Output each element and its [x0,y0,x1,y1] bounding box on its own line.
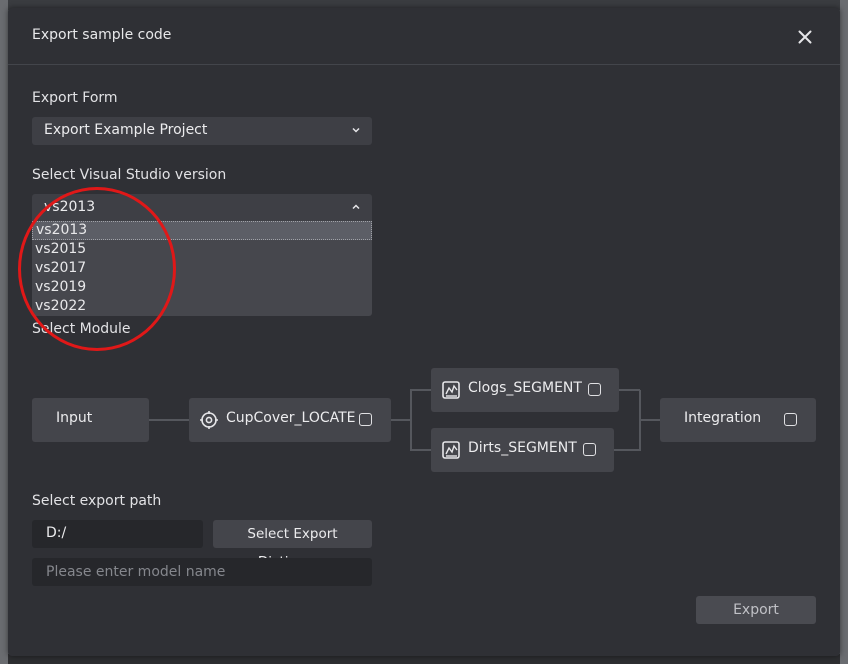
module-node-label: Input [56,410,93,426]
dropdown-option[interactable]: vs2022 [32,297,372,316]
vs-version-label: Select Visual Studio version [32,167,227,183]
dialog-title: Export sample code [32,27,172,43]
flow-connector [410,449,431,451]
flow-connector [410,389,431,391]
segment-icon [442,381,460,399]
dialog-header: Export sample code [8,8,840,65]
select-export-directory-button[interactable]: Select Export Dictionary [213,520,372,570]
vs-version-value: vs2013 [44,199,96,215]
export-form-label: Export Form [32,90,118,106]
module-node-input[interactable]: Input [32,398,149,442]
module-checkbox[interactable] [588,383,601,396]
chevron-down-icon [352,127,360,133]
background-panel [840,0,848,664]
module-node-label: Clogs_SEGMENT [468,380,582,396]
background-panel [0,0,8,664]
module-node-label: Dirts_SEGMENT [468,440,577,456]
export-path-input[interactable]: D:/ [32,520,203,548]
export-form-value: Export Example Project [44,122,208,138]
export-form-select[interactable]: Export Example Project [32,117,372,145]
close-icon [798,30,812,44]
dropdown-option[interactable]: vs2017 [32,259,372,278]
vs-version-dropdown: vs2013 vs2015 vs2017 vs2019 vs2022 [32,221,372,316]
module-node-dirts-segment[interactable]: Dirts_SEGMENT [431,428,614,472]
module-checkbox[interactable] [583,443,596,456]
dropdown-option[interactable]: vs2015 [32,240,372,259]
locate-target-icon [200,411,218,429]
module-node-integration[interactable]: Integration [660,398,816,442]
module-checkbox[interactable] [359,413,372,426]
export-path-value: D:/ [46,525,67,541]
flow-connector [410,390,412,451]
export-sample-code-dialog: Export sample code Export Form Export Ex… [8,8,840,656]
flow-connector [619,389,640,391]
select-module-label: Select Module [32,321,131,337]
module-node-clogs-segment[interactable]: Clogs_SEGMENT [431,368,619,412]
export-button[interactable]: Export [696,596,816,624]
module-checkbox[interactable] [784,413,797,426]
vs-version-select[interactable]: vs2013 [32,194,372,222]
flow-connector [614,449,640,451]
dropdown-option[interactable]: vs2019 [32,278,372,297]
chevron-up-icon [352,204,360,210]
module-node-cupcover-locate[interactable]: CupCover_LOCATE [189,398,391,442]
close-button[interactable] [794,26,816,48]
module-node-label: Integration [684,410,762,426]
dropdown-option[interactable]: vs2013 [32,221,372,240]
module-node-label: CupCover_LOCATE [226,410,356,426]
model-name-input[interactable]: Please enter model name [32,558,372,586]
flow-connector [149,419,189,421]
segment-icon [442,441,460,459]
flow-connector [640,419,660,421]
model-name-placeholder: Please enter model name [46,564,226,580]
flow-connector [391,419,411,421]
export-path-label: Select export path [32,493,162,509]
